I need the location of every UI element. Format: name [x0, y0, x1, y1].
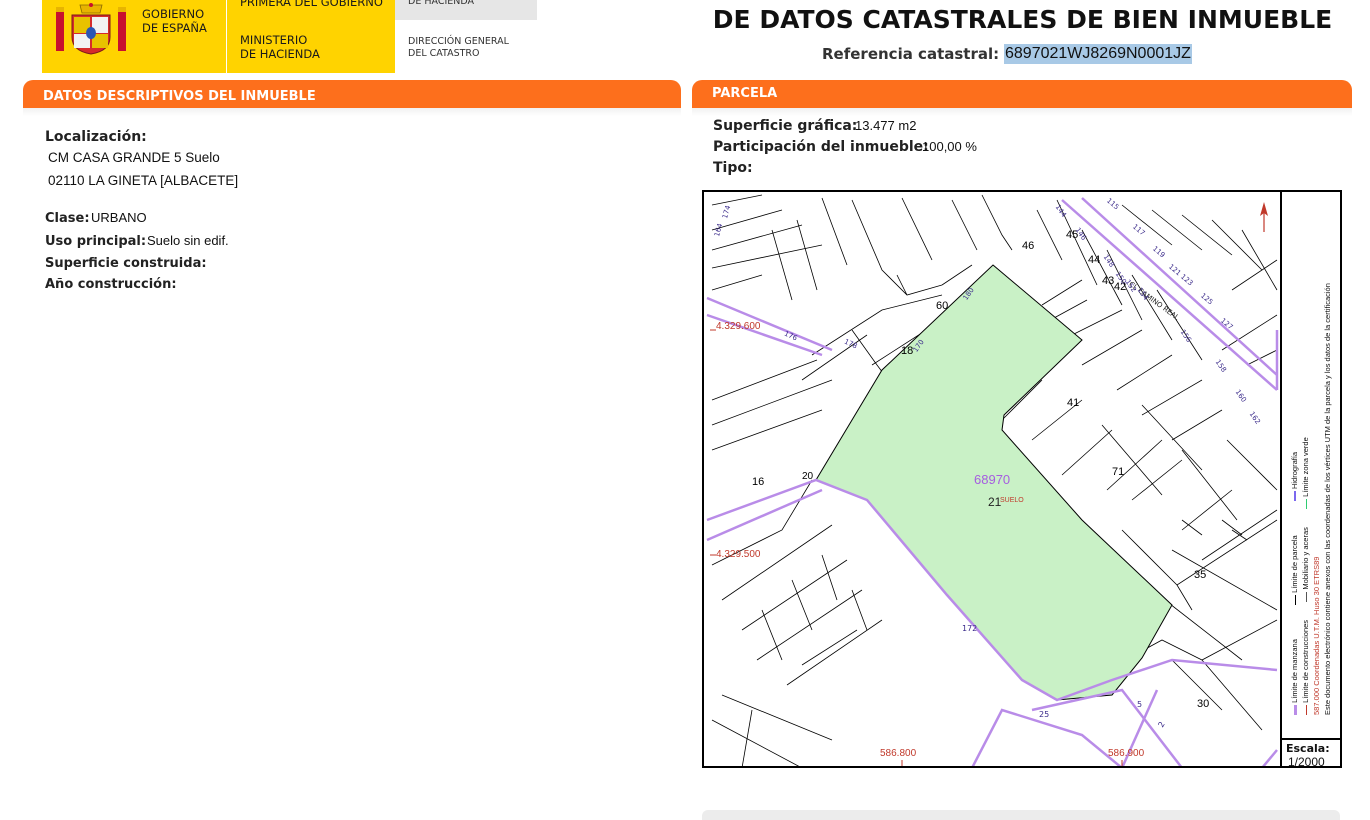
block-number: 60: [936, 300, 949, 312]
block-number: 18: [901, 345, 914, 357]
legend-separator: [1280, 190, 1282, 768]
gobierno-line-2: DE ESPAÑA: [142, 21, 207, 35]
block-number: 41: [1067, 397, 1080, 409]
scale-label: Escala:: [1286, 742, 1330, 755]
coord-x-left: 586.800: [880, 748, 917, 759]
superficie-grafica-label: Superficie gráfica:: [713, 118, 858, 134]
coord-y-top: 4.329.600: [716, 321, 761, 332]
street-number: 5: [1137, 700, 1143, 709]
ministerio-line-1: MINISTERIO: [240, 33, 308, 47]
parcel-number[interactable]: 68970: [974, 472, 1010, 487]
descriptivos-heading: DATOS DESCRIPTIVOS DEL INMUEBLE: [43, 89, 316, 104]
superficie-grafica-value: 13.477 m2: [855, 118, 917, 133]
referencia-label: Referencia catastral:: [822, 45, 1000, 63]
direccion-catastro-text: DIRECCIÓN GENERAL DEL CATASTRO: [408, 36, 509, 60]
block-number: 35: [1194, 569, 1207, 581]
localizacion-label: Localización:: [45, 129, 147, 145]
participacion-value: 100,00 %: [922, 139, 977, 154]
uso-principal-value: Suelo sin edif.: [147, 233, 229, 248]
secretaria-text: DE HACIENDA: [408, 0, 475, 7]
legend-construcciones: Límite de construcciones: [1301, 619, 1310, 703]
scale-value: 1/2000: [1288, 755, 1325, 769]
logo-divider: [226, 0, 227, 73]
legend-mobiliario: Mobiliario y aceras: [1301, 527, 1310, 590]
ministerio-text: MINISTERIO DE HACIENDA: [240, 33, 320, 61]
block-number: 30: [1197, 698, 1210, 710]
block-number: 16: [752, 476, 765, 488]
coat-of-arms-icon: [56, 3, 126, 55]
legend-zona-verde: Límite zona verde: [1301, 437, 1310, 497]
referencia-value[interactable]: 6897021WJ8269N0001JZ: [1004, 44, 1192, 64]
parcel-use: SUELO: [1000, 497, 1024, 504]
legend-coordenadas: 587.000 Coordenadas U.T.M. Huso 30 ETRS8…: [1312, 556, 1321, 715]
legend-hidrografia: Hidrografía: [1290, 451, 1299, 489]
descriptivos-panel-header: DATOS DESCRIPTIVOS DEL INMUEBLE: [23, 80, 681, 108]
cadastral-map[interactable]: 68970 21 SUELO CL CAMINO REAL 4.329.600 …: [702, 190, 1342, 768]
address-line-2: 02110 LA GINETA [ALBACETE]: [48, 173, 239, 188]
block-number: 20: [802, 471, 814, 482]
map-legend: Límite de manzana Límite de parcela Hidr…: [1290, 195, 1350, 715]
gobierno-line-1: GOBIERNO: [142, 7, 205, 21]
legend-manzana: Límite de manzana: [1290, 639, 1299, 703]
north-arrow-icon: [1260, 202, 1268, 232]
block-number: 44: [1088, 254, 1101, 266]
clase-value: URBANO: [91, 210, 147, 225]
block-number: 71: [1112, 466, 1125, 478]
parcela-panel-shadow: [692, 108, 1352, 116]
ministerio-line-2: DE HACIENDA: [240, 47, 320, 61]
coord-x-right: 586.900: [1108, 748, 1145, 759]
coord-y-bottom: 4.329.500: [716, 549, 761, 560]
parcela-panel-header: PARCELA: [692, 80, 1352, 108]
vicepresidencia-text: PRIMERA DEL GOBIERNO: [240, 0, 383, 9]
clase-label: Clase:: [45, 211, 90, 226]
block-number: 46: [1022, 240, 1035, 252]
anio-construccion-label: Año construcción:: [45, 277, 177, 292]
address-line-1: CM CASA GRANDE 5 Suelo: [48, 150, 220, 165]
block-number: 43: [1102, 275, 1115, 287]
next-section-header: [702, 810, 1340, 820]
street-number: 25: [1039, 710, 1050, 719]
tipo-label: Tipo:: [713, 160, 753, 176]
direccion-line-1: DIRECCIÓN GENERAL: [408, 36, 509, 47]
descriptivos-panel-shadow: [23, 108, 681, 116]
superficie-construida-label: Superficie construida:: [45, 256, 207, 271]
scale-separator: [1282, 738, 1342, 740]
document-title: DE DATOS CATASTRALES DE BIEN INMUEBLE: [712, 5, 1333, 34]
gobierno-espana-text: GOBIERNO DE ESPAÑA: [142, 7, 207, 35]
uso-principal-label: Uso principal:: [45, 234, 147, 249]
participacion-label: Participación del inmueble:: [713, 139, 929, 155]
direccion-line-2: DEL CATASTRO: [408, 48, 480, 59]
legend-parcela: Límite de parcela: [1290, 535, 1299, 593]
street-number: 172: [962, 624, 978, 633]
legend-nota: Este documento electrónico contiene anex…: [1323, 283, 1332, 715]
cadastral-map-canvas: [706, 194, 1279, 766]
parcela-heading: PARCELA: [712, 86, 778, 101]
